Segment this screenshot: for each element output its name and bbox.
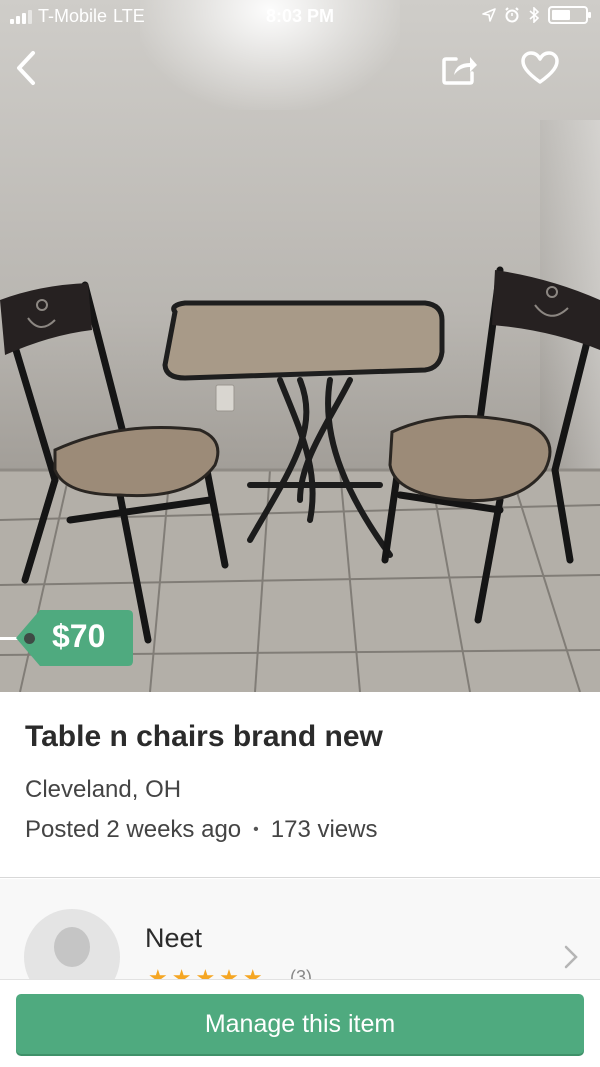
- listing-meta: Posted 2 weeks ago • 173 views: [25, 816, 377, 844]
- battery-level: [552, 10, 570, 20]
- star-rating: ★★★★★: [148, 965, 267, 979]
- chevron-left-icon: [17, 51, 35, 85]
- chevron-right-icon: [564, 945, 578, 969]
- listing-details: Table n chairs brand new Cleveland, OH P…: [0, 692, 600, 878]
- manage-item-button[interactable]: Manage this item: [16, 994, 584, 1054]
- price-label: $70: [52, 618, 106, 654]
- status-bar: T-Mobile LTE 8:03 PM: [0, 0, 600, 34]
- price-tag: $70: [0, 608, 135, 668]
- listing-title: Table n chairs brand new: [25, 720, 383, 753]
- furniture-illustration: [0, 266, 600, 692]
- avatar-placeholder-icon: [54, 927, 90, 967]
- posted-time: Posted 2 weeks ago: [25, 816, 242, 843]
- share-button[interactable]: [438, 46, 482, 90]
- seller-name: Neet: [145, 923, 203, 953]
- bottom-action-bar: Manage this item: [0, 979, 600, 1067]
- price-tag-hole: [24, 633, 35, 644]
- heart-icon: [521, 51, 559, 84]
- rating-count: (3): [290, 967, 312, 979]
- avatar: [24, 909, 120, 979]
- listing-location: Cleveland, OH: [25, 776, 182, 803]
- favorite-button[interactable]: [518, 46, 562, 90]
- battery-icon: [548, 6, 591, 24]
- share-icon: [442, 57, 477, 85]
- alarm-icon: [505, 7, 519, 23]
- listing-photo[interactable]: [0, 0, 600, 692]
- view-count: 173 views: [270, 816, 378, 843]
- meta-separator: •: [253, 821, 259, 838]
- back-button[interactable]: [4, 46, 48, 90]
- seller-row[interactable]: Neet ★★★★★ (3): [0, 879, 600, 979]
- location-arrow-icon: [482, 8, 496, 22]
- bluetooth-icon: [529, 7, 540, 23]
- status-right: [482, 6, 591, 24]
